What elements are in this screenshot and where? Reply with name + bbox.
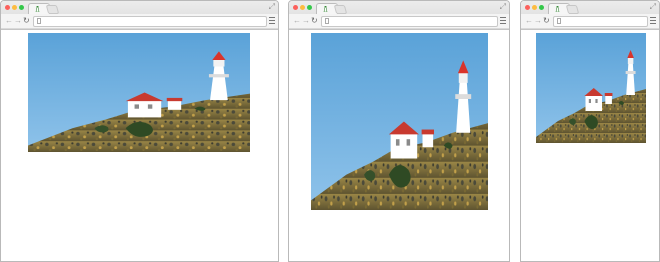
browser-toolbar: ← → ↻ xyxy=(1,14,278,28)
reload-icon[interactable]: ↻ xyxy=(23,16,30,25)
browser-window-narrow: ⤢ ← → ↻ xyxy=(520,0,660,262)
browser-window-medium: ⤢ ← → ↻ xyxy=(288,0,510,262)
browser-window-wide: ⤢ ← → ↻ xyxy=(0,0,279,262)
lighthouse-favicon-icon xyxy=(323,6,328,12)
minimize-window-icon[interactable] xyxy=(300,5,305,10)
browser-chrome: ⤢ ← → ↻ xyxy=(1,1,278,30)
close-window-icon[interactable] xyxy=(5,5,10,10)
zoom-window-icon[interactable] xyxy=(19,5,24,10)
browser-chrome: ⤢ ← → ↻ xyxy=(289,1,509,30)
zoom-window-icon[interactable] xyxy=(307,5,312,10)
address-bar[interactable] xyxy=(321,16,498,27)
new-tab-button[interactable] xyxy=(45,5,60,14)
forward-arrow-icon[interactable]: → xyxy=(302,16,310,25)
forward-arrow-icon[interactable]: → xyxy=(534,16,542,25)
new-tab-button[interactable] xyxy=(333,5,348,14)
reload-icon[interactable]: ↻ xyxy=(543,16,550,25)
page-icon xyxy=(325,18,329,24)
lighthouse-image xyxy=(311,33,488,210)
expand-icon[interactable]: ⤢ xyxy=(500,3,506,11)
hamburger-menu-icon[interactable] xyxy=(650,17,656,24)
lighthouse-image xyxy=(536,33,646,143)
zoom-window-icon[interactable] xyxy=(539,5,544,10)
page-icon xyxy=(557,18,561,24)
tab-strip: ⤢ xyxy=(1,1,278,15)
back-arrow-icon[interactable]: ← xyxy=(525,16,533,25)
browser-toolbar: ← → ↻ xyxy=(289,14,509,28)
tab-strip: ⤢ xyxy=(289,1,509,15)
lighthouse-image xyxy=(28,33,250,152)
expand-icon[interactable]: ⤢ xyxy=(269,3,275,11)
tab-strip: ⤢ xyxy=(521,1,659,15)
browser-toolbar: ← → ↻ xyxy=(521,14,659,28)
close-window-icon[interactable] xyxy=(293,5,298,10)
minimize-window-icon[interactable] xyxy=(12,5,17,10)
hamburger-menu-icon[interactable] xyxy=(500,17,506,24)
expand-icon[interactable]: ⤢ xyxy=(650,3,656,11)
forward-arrow-icon[interactable]: → xyxy=(14,16,22,25)
back-arrow-icon[interactable]: ← xyxy=(5,16,13,25)
lighthouse-favicon-icon xyxy=(555,6,560,12)
close-window-icon[interactable] xyxy=(525,5,530,10)
browser-chrome: ⤢ ← → ↻ xyxy=(521,1,659,30)
address-bar[interactable] xyxy=(553,16,648,27)
back-arrow-icon[interactable]: ← xyxy=(293,16,301,25)
reload-icon[interactable]: ↻ xyxy=(311,16,318,25)
hamburger-menu-icon[interactable] xyxy=(269,17,275,24)
address-bar[interactable] xyxy=(33,16,267,27)
page-icon xyxy=(37,18,41,24)
lighthouse-favicon-icon xyxy=(35,6,40,12)
minimize-window-icon[interactable] xyxy=(532,5,537,10)
new-tab-button[interactable] xyxy=(565,5,580,14)
